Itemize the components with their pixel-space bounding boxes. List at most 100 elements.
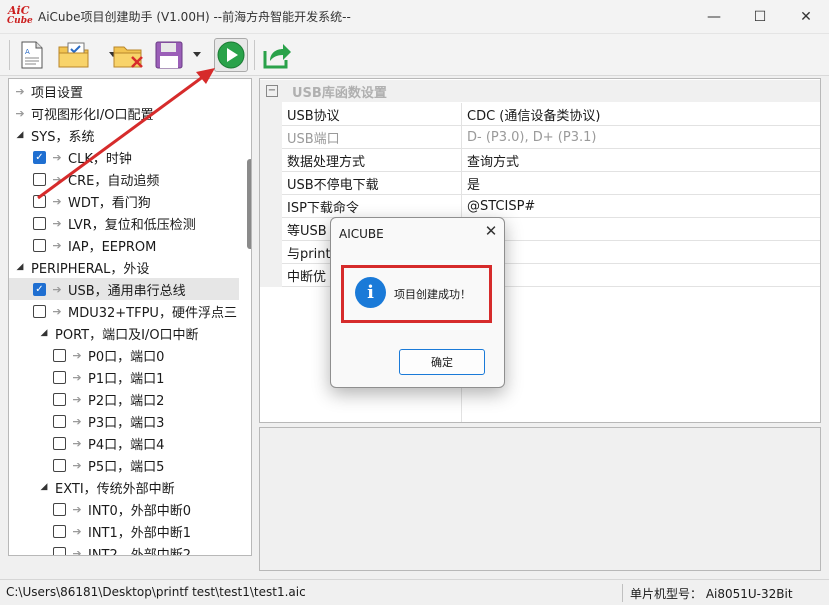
close-project-button[interactable] (112, 38, 146, 72)
property-row[interactable]: USB不停电下载是 (282, 172, 820, 195)
status-bar: C:\Users\86181\Desktop\printf test\test1… (0, 579, 829, 605)
tree-item[interactable]: ➔ INT2，外部中断2 (9, 542, 239, 555)
tree-item[interactable]: ➔ P3口，端口3 (9, 410, 239, 432)
tree-item-label: P1口，端口1 (88, 371, 165, 387)
dialog-close-button[interactable]: ✕ (481, 222, 501, 244)
property-row[interactable]: USB端口 D- (P3.0), D+ (P3.1) (282, 126, 820, 149)
expand-toggle-icon[interactable]: ◢ (13, 130, 27, 140)
property-value[interactable]: CDC (通信设备类协议) (462, 105, 600, 124)
tree-checkbox[interactable] (33, 304, 46, 318)
open-project-button[interactable] (57, 38, 91, 72)
window-title: AiCube项目创建助手 (V1.00H) --前海方舟智能开发系统-- (38, 10, 351, 24)
expand-toggle-icon[interactable]: ◢ (37, 482, 51, 492)
tree-item[interactable]: ➔ P1口，端口1 (9, 366, 239, 388)
tree-checkbox[interactable] (33, 172, 46, 186)
tree-checkbox[interactable] (53, 458, 66, 472)
property-row[interactable]: 数据处理方式 查询方式 (282, 149, 820, 172)
property-category-header[interactable]: − USB库函数设置 (260, 80, 820, 102)
run-play-icon (217, 41, 245, 69)
project-tree[interactable]: ➔ 项目设置 ➔ 可视图形化I/O口配置 ◢ SYS，系统 ✓ ➔ CLK，时钟 ➔ CRE，自动追… (8, 78, 252, 556)
tree-item-label: P4口，端口4 (88, 437, 165, 453)
tree-item-label: CRE，自动追频 (68, 173, 160, 189)
tree-item-label: PORT，端口及I/O口中断 (55, 327, 199, 343)
save-dropdown-button[interactable] (188, 38, 206, 72)
tree-item[interactable]: ◢ EXTI，传统外部中断 (9, 476, 239, 498)
save-button[interactable] (152, 38, 186, 72)
tree-checkbox[interactable]: ✓ (33, 282, 46, 296)
tree-checkbox[interactable] (53, 414, 66, 428)
tree-checkbox[interactable] (33, 194, 46, 208)
tree-item[interactable]: ➔ P0口，端口0 (9, 344, 239, 366)
tree-arrow-icon: ➔ (72, 502, 82, 516)
tree-item-label: PERIPHERAL，外设 (31, 261, 150, 277)
collapse-icon[interactable]: − (266, 85, 278, 97)
export-icon (263, 44, 291, 69)
tree-checkbox[interactable] (53, 392, 66, 406)
tree-checkbox[interactable] (53, 524, 66, 538)
property-value[interactable]: 是 (462, 174, 480, 193)
property-value[interactable]: 查询方式 (462, 151, 519, 170)
tree-item[interactable]: ➔ IAP，EEPROM (9, 234, 239, 256)
tree-item-label: INT1，外部中断1 (88, 525, 192, 541)
tree-checkbox[interactable] (53, 348, 66, 362)
annotation-highlight-box (341, 265, 492, 323)
tree-item-label: CLK，时钟 (68, 151, 132, 167)
tree-item[interactable]: ➔ 可视图形化I/O口配置 (9, 102, 239, 124)
tree-item[interactable]: ➔ 项目设置 (9, 80, 239, 102)
tree-checkbox[interactable] (53, 370, 66, 384)
tree-checkbox[interactable] (53, 546, 66, 555)
tree-checkbox[interactable] (33, 238, 46, 252)
tree-item[interactable]: ◢ PORT，端口及I/O口中断 (9, 322, 239, 344)
property-value[interactable]: D- (P3.0), D+ (P3.1) (462, 130, 596, 145)
tree-checkbox[interactable]: ✓ (33, 150, 46, 164)
tree-arrow-icon: ➔ (15, 84, 25, 98)
tree-item-label: WDT，看门狗 (68, 195, 151, 211)
tree-item[interactable]: ◢ PERIPHERAL，外设 (9, 256, 239, 278)
tree-item[interactable]: ➔ P2口，端口2 (9, 388, 239, 410)
tree-checkbox[interactable] (53, 502, 66, 516)
property-name: USB不停电下载 (282, 172, 462, 194)
tree-checkbox[interactable] (53, 436, 66, 450)
tree-item-label: P3口，端口3 (88, 415, 165, 431)
tree-item[interactable]: ➔ MDU32+TFPU，硬件浮点三 (9, 300, 239, 322)
property-category-label: USB库函数设置 (292, 85, 387, 101)
toolbar-separator (9, 40, 10, 70)
tree-item[interactable]: ➔ WDT，看门狗 (9, 190, 239, 212)
tree-checkbox[interactable] (33, 216, 46, 230)
tree-arrow-icon: ➔ (52, 150, 62, 164)
save-disk-icon (155, 41, 183, 69)
tree-arrow-icon: ➔ (52, 216, 62, 230)
tree-arrow-icon: ➔ (72, 414, 82, 428)
title-bar: AiC Cube AiCube项目创建助手 (V1.00H) --前海方舟智能开… (0, 0, 829, 34)
property-row[interactable]: ISP下载命令 @STCISP# (282, 195, 820, 218)
property-value[interactable]: @STCISP# (462, 199, 535, 214)
tree-scrollbar-thumb[interactable] (247, 159, 251, 249)
tree-arrow-icon: ➔ (72, 348, 82, 362)
tree-arrow-icon: ➔ (52, 304, 62, 318)
tree-item[interactable]: ➔ INT1，外部中断1 (9, 520, 239, 542)
export-button[interactable] (260, 38, 294, 72)
expand-toggle-icon[interactable]: ◢ (13, 262, 27, 272)
expand-toggle-icon[interactable]: ◢ (37, 328, 51, 338)
property-row[interactable]: USB协议 CDC (通信设备类协议) (282, 103, 820, 126)
tree-item[interactable]: ✓ ➔ USB，通用串行总线 (9, 278, 239, 300)
new-document-button[interactable]: A (15, 38, 49, 72)
toolbar: A (0, 34, 829, 76)
tree-item-label: USB，通用串行总线 (68, 283, 186, 299)
tree-arrow-icon: ➔ (15, 106, 25, 120)
tree-item[interactable]: ➔ P4口，端口4 (9, 432, 239, 454)
close-window-button[interactable]: ✕ (783, 0, 829, 34)
dialog-ok-button[interactable]: 确定 (399, 349, 485, 375)
tree-arrow-icon: ➔ (72, 458, 82, 472)
tree-item[interactable]: ✓ ➔ CLK，时钟 (9, 146, 239, 168)
maximize-button[interactable]: ☐ (737, 0, 783, 34)
tree-item-label: P0口，端口0 (88, 349, 165, 365)
tree-item[interactable]: ➔ CRE，自动追频 (9, 168, 239, 190)
minimize-button[interactable]: — (691, 0, 737, 34)
tree-item[interactable]: ◢ SYS，系统 (9, 124, 239, 146)
tree-item-label: LVR，复位和低压检测 (68, 217, 196, 233)
tree-item[interactable]: ➔ LVR，复位和低压检测 (9, 212, 239, 234)
tree-item[interactable]: ➔ P5口，端口5 (9, 454, 239, 476)
tree-item[interactable]: ➔ INT0，外部中断0 (9, 498, 239, 520)
run-button[interactable] (214, 38, 248, 72)
